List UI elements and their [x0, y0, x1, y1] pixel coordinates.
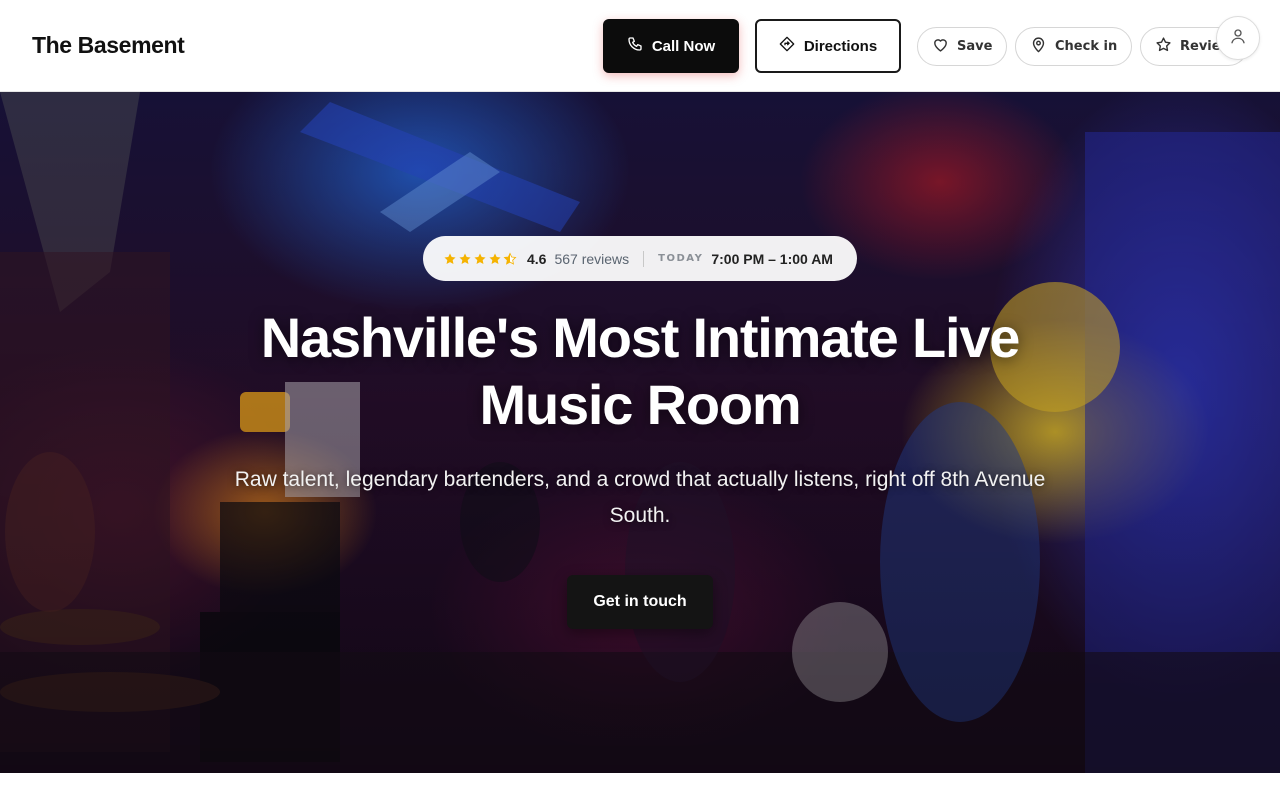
rating-hours-pill: 4.6 567 reviews TODAY 7:00 PM – 1:00 AM [423, 236, 857, 281]
directions-icon [779, 36, 795, 56]
phone-icon [627, 36, 643, 56]
star-icon [1155, 36, 1172, 57]
directions-button[interactable]: Directions [755, 19, 901, 73]
star-full-icon [459, 252, 471, 264]
opening-hours: 7:00 PM – 1:00 AM [711, 250, 833, 267]
save-button[interactable]: Save [917, 27, 1007, 66]
rating-value: 4.6 [527, 250, 547, 267]
call-now-button[interactable]: Call Now [603, 19, 739, 73]
heart-icon [932, 36, 949, 57]
today-label: TODAY [658, 253, 704, 264]
hero-section: 4.6 567 reviews TODAY 7:00 PM – 1:00 AM … [0, 92, 1280, 773]
hero-subheadline: Raw talent, legendary bartenders, and a … [234, 468, 1046, 527]
star-full-icon [474, 252, 486, 264]
review-count[interactable]: 567 reviews [554, 251, 629, 267]
call-now-label: Call Now [651, 37, 716, 55]
check-in-button[interactable]: Check in [1015, 27, 1132, 66]
star-rating [443, 252, 517, 266]
site-header: The Basement Call Now Directions Save Ch… [0, 0, 1280, 92]
star-full-icon [444, 252, 456, 264]
user-icon [1229, 27, 1247, 50]
check-in-label: Check in [1055, 39, 1118, 54]
star-half-icon [503, 252, 517, 265]
pill-divider [643, 250, 645, 267]
account-button[interactable] [1216, 16, 1260, 60]
get-in-touch-button[interactable]: Get in touch [567, 575, 713, 629]
directions-label: Directions [803, 37, 878, 55]
map-pin-icon [1030, 36, 1047, 57]
hero-headline: Nashville's Most Intimate Live Music Roo… [260, 306, 1021, 436]
save-label: Save [957, 39, 993, 54]
brand-name[interactable]: The Basement [32, 32, 185, 59]
star-full-icon [489, 252, 501, 264]
